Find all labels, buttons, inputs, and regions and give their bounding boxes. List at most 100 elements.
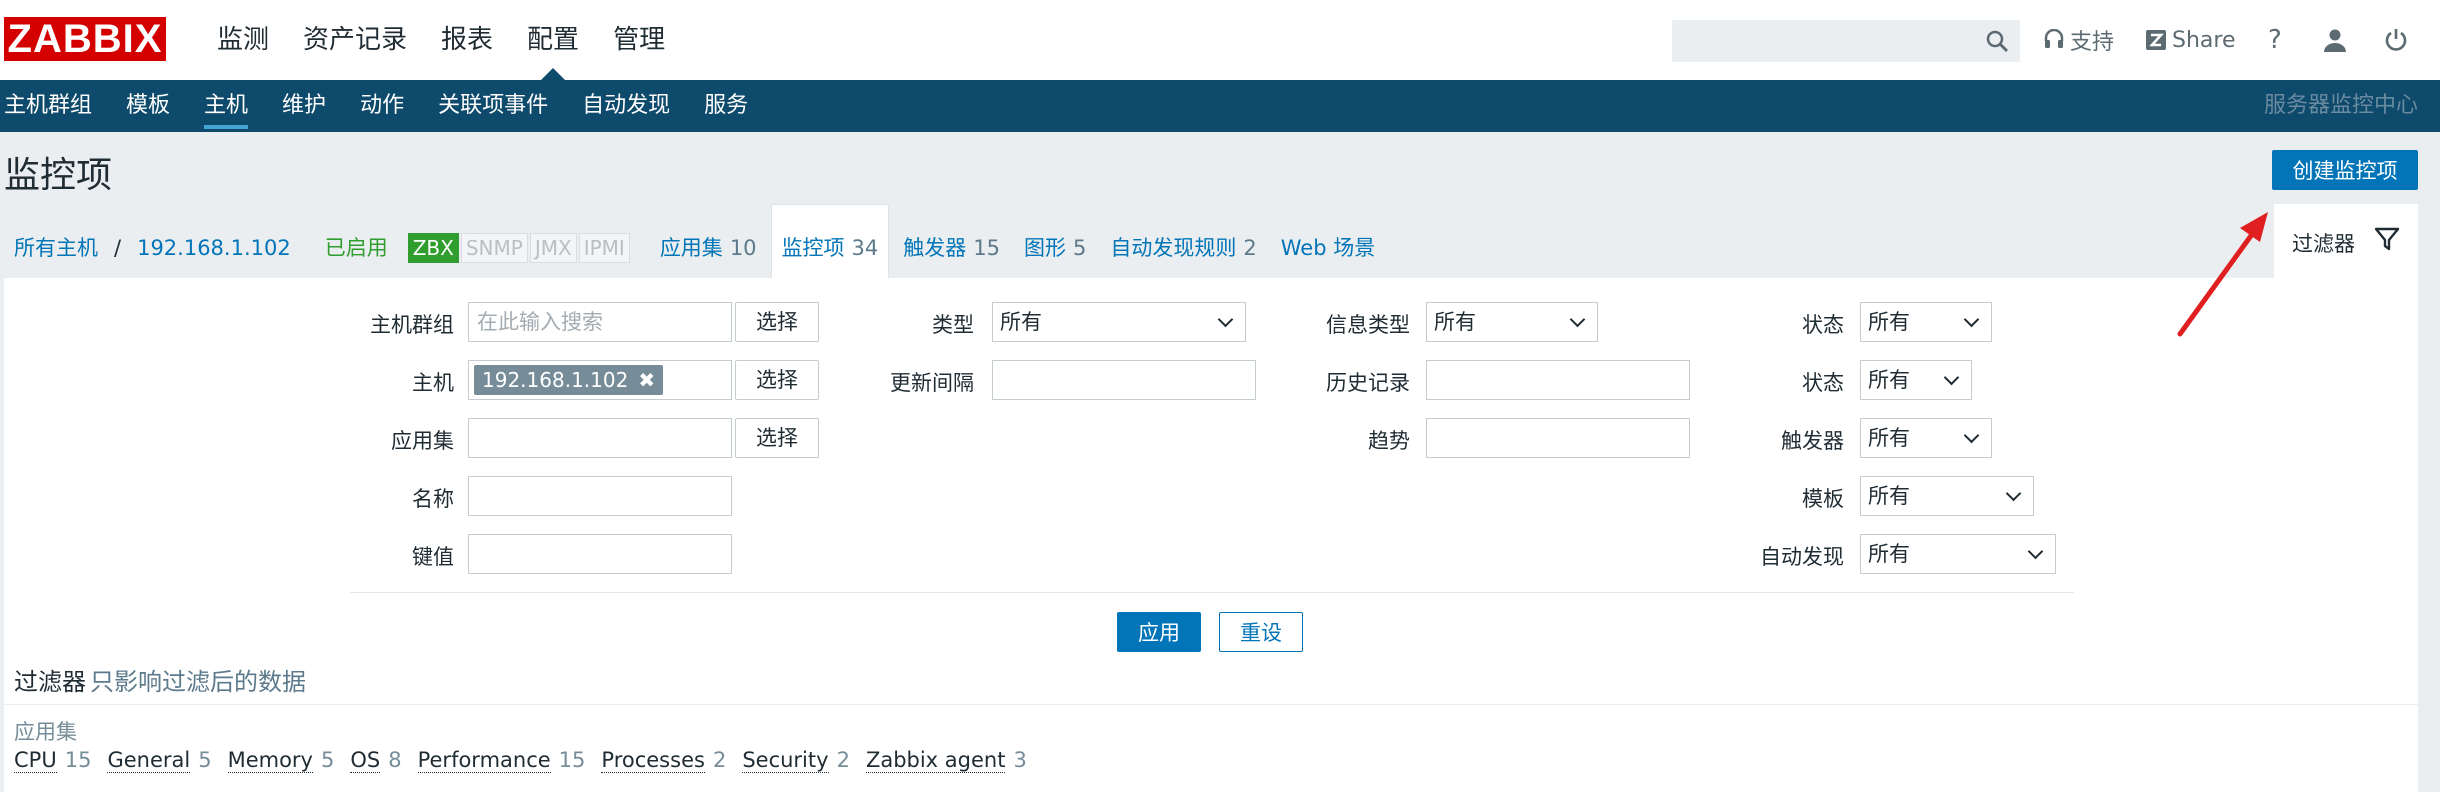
subfilter-app-performance[interactable]: Performance 15 bbox=[417, 748, 586, 773]
triggers-select[interactable]: 所有 bbox=[1860, 418, 1992, 458]
headset-icon bbox=[2044, 29, 2064, 48]
annotation-arrow-icon bbox=[2177, 212, 2268, 337]
subfilter-app-name: Memory bbox=[227, 748, 313, 773]
main-menu-configuration[interactable]: 配置 bbox=[510, 0, 596, 80]
subfilter-app-count: 8 bbox=[388, 748, 402, 772]
state-select[interactable]: 所有 bbox=[1860, 302, 1992, 342]
discovery-select[interactable]: 所有 bbox=[1860, 534, 2056, 574]
sub-menu-actions[interactable]: 动作 bbox=[343, 80, 421, 132]
sub-menu-host-groups[interactable]: 主机群组 bbox=[0, 80, 109, 132]
subfilter-app-name: Zabbix agent bbox=[865, 748, 1006, 773]
apply-filter-button[interactable]: 应用 bbox=[1117, 612, 1201, 652]
subfilter-app-general[interactable]: General 5 bbox=[107, 748, 212, 773]
search-icon[interactable] bbox=[1985, 29, 2009, 53]
subfilter-title: 过滤器 只影响过滤后的数据 bbox=[14, 662, 306, 697]
filter-panel: 主机群组 在此输入搜索 选择 主机 192.168.1.102 ✖ 选择 应用集… bbox=[4, 278, 2418, 792]
subfilter-app-os[interactable]: OS 8 bbox=[350, 748, 402, 773]
update-interval-input[interactable] bbox=[992, 360, 1256, 400]
sub-menu-event-correlation[interactable]: 关联项事件 bbox=[421, 80, 565, 132]
subfilter-app-processes[interactable]: Processes 2 bbox=[601, 748, 726, 773]
remove-tag-icon[interactable]: ✖ bbox=[638, 365, 655, 395]
subfilter-app-name: CPU bbox=[14, 748, 57, 773]
subfilter-app-count: 2 bbox=[836, 748, 850, 772]
tab-count: 10 bbox=[729, 236, 757, 260]
breadcrumb-host[interactable]: 192.168.1.102 bbox=[137, 209, 291, 287]
tab-discovery-rules[interactable]: 自动发现规则 2 bbox=[1110, 209, 1256, 287]
subfilter-app-cpu[interactable]: CPU 15 bbox=[14, 748, 91, 773]
subfilter-app-name: General bbox=[107, 748, 191, 773]
main-menu-reports[interactable]: 报表 bbox=[424, 0, 510, 80]
user-profile-button[interactable] bbox=[2323, 0, 2347, 80]
tab-graphs[interactable]: 图形 5 bbox=[1024, 209, 1086, 287]
tab-applications[interactable]: 应用集 10 bbox=[660, 209, 757, 287]
subfilter-app-name: OS bbox=[350, 748, 381, 773]
host-status-enabled[interactable]: 已启用 bbox=[325, 209, 388, 287]
discovery-label: 自动发现 bbox=[1760, 545, 1844, 569]
trends-input[interactable] bbox=[1426, 418, 1690, 458]
application-input[interactable] bbox=[468, 418, 732, 458]
template-select[interactable]: 所有 bbox=[1860, 476, 2034, 516]
breadcrumb-separator: / bbox=[114, 236, 122, 260]
tab-web-scenarios[interactable]: Web 场景 bbox=[1281, 209, 1375, 287]
host-input[interactable]: 192.168.1.102 ✖ bbox=[468, 360, 732, 400]
status-select[interactable]: 所有 bbox=[1860, 360, 1972, 400]
create-item-button[interactable]: 创建监控项 bbox=[2272, 150, 2418, 190]
tab-count: 15 bbox=[973, 236, 1001, 260]
subfilter-app-count: 15 bbox=[558, 748, 586, 772]
sub-menu-maintenance[interactable]: 维护 bbox=[265, 80, 343, 132]
host-nav-row: 所有主机 / 192.168.1.102 已启用 ZBX SNMP JMX IP… bbox=[4, 204, 2274, 292]
support-link[interactable]: 支持 bbox=[2044, 0, 2114, 80]
key-label: 键值 bbox=[412, 545, 454, 569]
info-type-label: 信息类型 bbox=[1326, 313, 1410, 337]
filter-icon bbox=[2374, 227, 2400, 251]
filter-divider bbox=[350, 592, 2074, 593]
main-menu-monitoring[interactable]: 监测 bbox=[200, 0, 286, 80]
tab-label: 监控项 bbox=[781, 236, 845, 260]
key-input[interactable] bbox=[468, 534, 732, 574]
sub-menu-discovery[interactable]: 自动发现 bbox=[565, 80, 687, 132]
subfilter-app-count: 5 bbox=[198, 748, 212, 772]
badge-jmx: JMX bbox=[529, 233, 577, 263]
history-input[interactable] bbox=[1426, 360, 1690, 400]
top-header: ZABBIX 监测 资产记录 报表 配置 管理 支持 Share ? bbox=[0, 0, 2440, 80]
breadcrumb-all-hosts[interactable]: 所有主机 bbox=[14, 209, 98, 287]
host-select-button[interactable]: 选择 bbox=[735, 360, 819, 400]
host-group-select-button[interactable]: 选择 bbox=[735, 302, 819, 342]
sub-menu-templates[interactable]: 模板 bbox=[109, 80, 187, 132]
history-label: 历史记录 bbox=[1326, 371, 1410, 395]
sub-menu-hosts[interactable]: 主机 bbox=[187, 80, 265, 132]
tab-label: 应用集 bbox=[659, 236, 723, 260]
name-input[interactable] bbox=[468, 476, 732, 516]
badge-snmp: SNMP bbox=[460, 233, 528, 263]
subfilter-app-name: Processes bbox=[601, 748, 705, 773]
tab-label: 图形 bbox=[1024, 236, 1067, 260]
type-select[interactable]: 所有 bbox=[992, 302, 1246, 342]
global-search-input[interactable] bbox=[1672, 20, 2020, 62]
host-group-label: 主机群组 bbox=[370, 313, 454, 337]
subfilter-app-security[interactable]: Security 2 bbox=[742, 748, 850, 773]
zabbix-logo[interactable]: ZABBIX bbox=[2, 15, 168, 63]
main-menu-administration[interactable]: 管理 bbox=[596, 0, 682, 80]
tab-label: 触发器 bbox=[903, 236, 967, 260]
subfilter-app-count: 5 bbox=[320, 748, 335, 772]
reset-filter-button[interactable]: 重设 bbox=[1219, 612, 1303, 652]
page-title: 监控项 bbox=[4, 155, 113, 196]
info-type-select[interactable]: 所有 bbox=[1426, 302, 1598, 342]
subfilter-app-memory[interactable]: Memory 5 bbox=[227, 748, 335, 773]
main-menu: 监测 资产记录 报表 配置 管理 bbox=[200, 0, 682, 80]
logout-button[interactable] bbox=[2384, 0, 2408, 80]
filter-tab[interactable]: 过滤器 bbox=[2274, 204, 2418, 278]
subfilter-app-name: Security bbox=[742, 748, 829, 773]
help-button[interactable]: ? bbox=[2268, 0, 2282, 80]
subfilter-app-count: 15 bbox=[64, 748, 92, 772]
tab-triggers[interactable]: 触发器 15 bbox=[903, 209, 1000, 287]
subfilter-app-zabbix-agent[interactable]: Zabbix agent 3 bbox=[865, 748, 1027, 773]
application-select-button[interactable]: 选择 bbox=[735, 418, 819, 458]
sub-menu-services[interactable]: 服务 bbox=[687, 80, 765, 132]
host-tag: 192.168.1.102 ✖ bbox=[474, 365, 664, 395]
share-label: Share bbox=[2172, 27, 2236, 53]
main-menu-inventory[interactable]: 资产记录 bbox=[286, 0, 424, 80]
host-group-input[interactable]: 在此输入搜索 bbox=[468, 302, 732, 342]
filter-tab-label: 过滤器 bbox=[2292, 232, 2355, 256]
share-link[interactable]: Share bbox=[2146, 0, 2236, 80]
